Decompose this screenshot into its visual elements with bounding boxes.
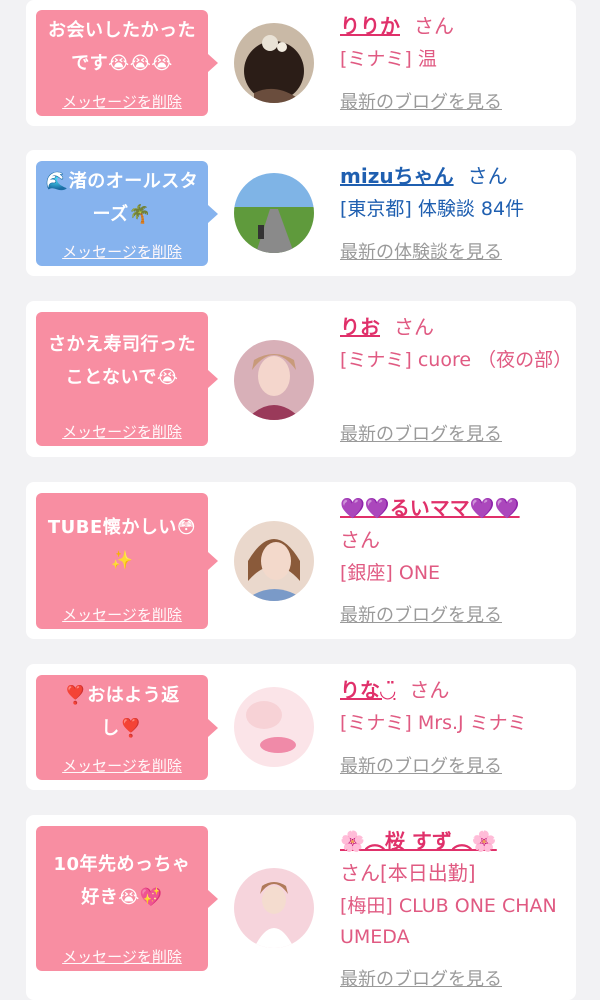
user-name-link[interactable]: りお [340, 315, 380, 339]
latest-blog-link[interactable]: 最新のブログを見る [340, 965, 502, 991]
message-text-line: TUBE懐かしい😳 [47, 517, 197, 538]
user-detail: [銀座] ONE [340, 562, 441, 584]
delete-message-link[interactable]: メッセージを削除 [36, 421, 208, 442]
message-text-line: ことないで😭 [65, 367, 179, 388]
message-text-line: し❣️ [101, 718, 143, 739]
message-card: さかえ寿司行った ことないで😭 メッセージを削除 りお さん [ミナミ] cuor… [26, 301, 576, 457]
message-list: お会いしたかった です😭😭😭 メッセージを削除 りりか さん [ミナミ] 温 最新… [0, 0, 600, 1000]
honorific: さん[本日出勤] [340, 861, 476, 885]
avatar-photo-lips-icon[interactable] [234, 687, 314, 767]
message-bubble: TUBE懐かしい😳 ✨ メッセージを削除 [36, 493, 218, 629]
message-text-line: です😭😭😭 [71, 53, 173, 74]
user-name-link[interactable]: mizuちゃん [340, 164, 454, 188]
user-info: りりか さん [ミナミ] 温 [340, 10, 570, 75]
message-card: 🌊渚のオールスタ ーズ🌴 メッセージを削除 mizuちゃん さん [東京都] 体験… [26, 150, 576, 276]
user-name-link[interactable]: 💜💜るいママ💜💜 [340, 496, 520, 520]
user-detail: [ミナミ] cuore （夜の部） [340, 349, 573, 371]
delete-message-link[interactable]: メッセージを削除 [36, 946, 208, 967]
message-bubble: さかえ寿司行った ことないで😭 メッセージを削除 [36, 312, 218, 446]
avatar-photo-woman-icon[interactable] [234, 340, 314, 420]
user-info: りな◡̈ さん [ミナミ] Mrs.J ミナミ [340, 674, 570, 739]
message-text-line: 好き😭💖 [81, 887, 163, 908]
user-name-link[interactable]: りりか [340, 14, 400, 38]
latest-blog-link[interactable]: 最新のブログを見る [340, 752, 502, 778]
message-bubble: お会いしたかった です😭😭😭 メッセージを削除 [36, 10, 218, 116]
latest-experience-link[interactable]: 最新の体験談を見る [340, 238, 502, 264]
honorific: さん [414, 14, 454, 38]
delete-message-link[interactable]: メッセージを削除 [36, 241, 208, 262]
honorific: さん [394, 315, 434, 339]
user-info: mizuちゃん さん [東京都] 体験談 84件 [340, 160, 570, 225]
user-detail: [東京都] 体験談 84件 [340, 198, 525, 220]
message-bubble: ❣️おはよう返 し❣️ メッセージを削除 [36, 675, 218, 780]
user-detail: [梅田] CLUB ONE CHAN UMEDA [340, 895, 557, 948]
honorific: さん [467, 164, 508, 188]
message-bubble: 10年先めっちゃ 好き😭💖 メッセージを削除 [36, 826, 218, 971]
user-detail: [ミナミ] 温 [340, 48, 437, 70]
message-text-line: 10年先めっちゃ [53, 854, 191, 875]
latest-blog-link[interactable]: 最新のブログを見る [340, 601, 502, 627]
message-text-line: お会いしたかった [48, 20, 196, 41]
message-card: お会いしたかった です😭😭😭 メッセージを削除 りりか さん [ミナミ] 温 最新… [26, 0, 576, 126]
latest-blog-link[interactable]: 最新のブログを見る [340, 88, 502, 114]
delete-message-link[interactable]: メッセージを削除 [36, 91, 208, 112]
message-text-line: ❣️おはよう返 [64, 685, 180, 706]
avatar-photo-hair-icon[interactable] [234, 23, 314, 103]
user-name-link[interactable]: りな◡̈ [340, 678, 395, 702]
message-text-line: ✨ [110, 550, 134, 571]
message-text-line: ーズ🌴 [92, 204, 152, 225]
message-bubble: 🌊渚のオールスタ ーズ🌴 メッセージを削除 [36, 161, 218, 266]
message-text-line: さかえ寿司行った [48, 334, 196, 355]
honorific: さん [340, 528, 380, 552]
avatar-photo-woman-icon[interactable] [234, 521, 314, 601]
user-name-link[interactable]: 🌸︵桜 すず︵🌸 [340, 829, 497, 853]
message-card: 10年先めっちゃ 好き😭💖 メッセージを削除 🌸︵桜 すず︵🌸 さん[本日出勤]… [26, 815, 576, 1000]
avatar-photo-road-icon[interactable] [234, 173, 314, 253]
delete-message-link[interactable]: メッセージを削除 [36, 604, 208, 625]
delete-message-link[interactable]: メッセージを削除 [36, 755, 208, 776]
user-detail: [ミナミ] Mrs.J ミナミ [340, 712, 527, 734]
user-info: りお さん [ミナミ] cuore （夜の部） [340, 311, 573, 376]
honorific: さん [409, 678, 450, 702]
user-info: 🌸︵桜 すず︵🌸 さん[本日出勤] [梅田] CLUB ONE CHAN UME… [340, 825, 570, 953]
message-card: TUBE懐かしい😳 ✨ メッセージを削除 💜💜るいママ💜💜 さん [銀座] ON… [26, 482, 576, 639]
avatar-photo-woman-icon[interactable] [234, 868, 314, 948]
message-card: ❣️おはよう返 し❣️ メッセージを削除 りな◡̈ さん [ミナミ] Mrs.J … [26, 664, 576, 790]
message-text-line: 🌊渚のオールスタ [45, 171, 199, 192]
user-info: 💜💜るいママ💜💜 さん [銀座] ONE [340, 492, 570, 589]
latest-blog-link[interactable]: 最新のブログを見る [340, 420, 502, 446]
